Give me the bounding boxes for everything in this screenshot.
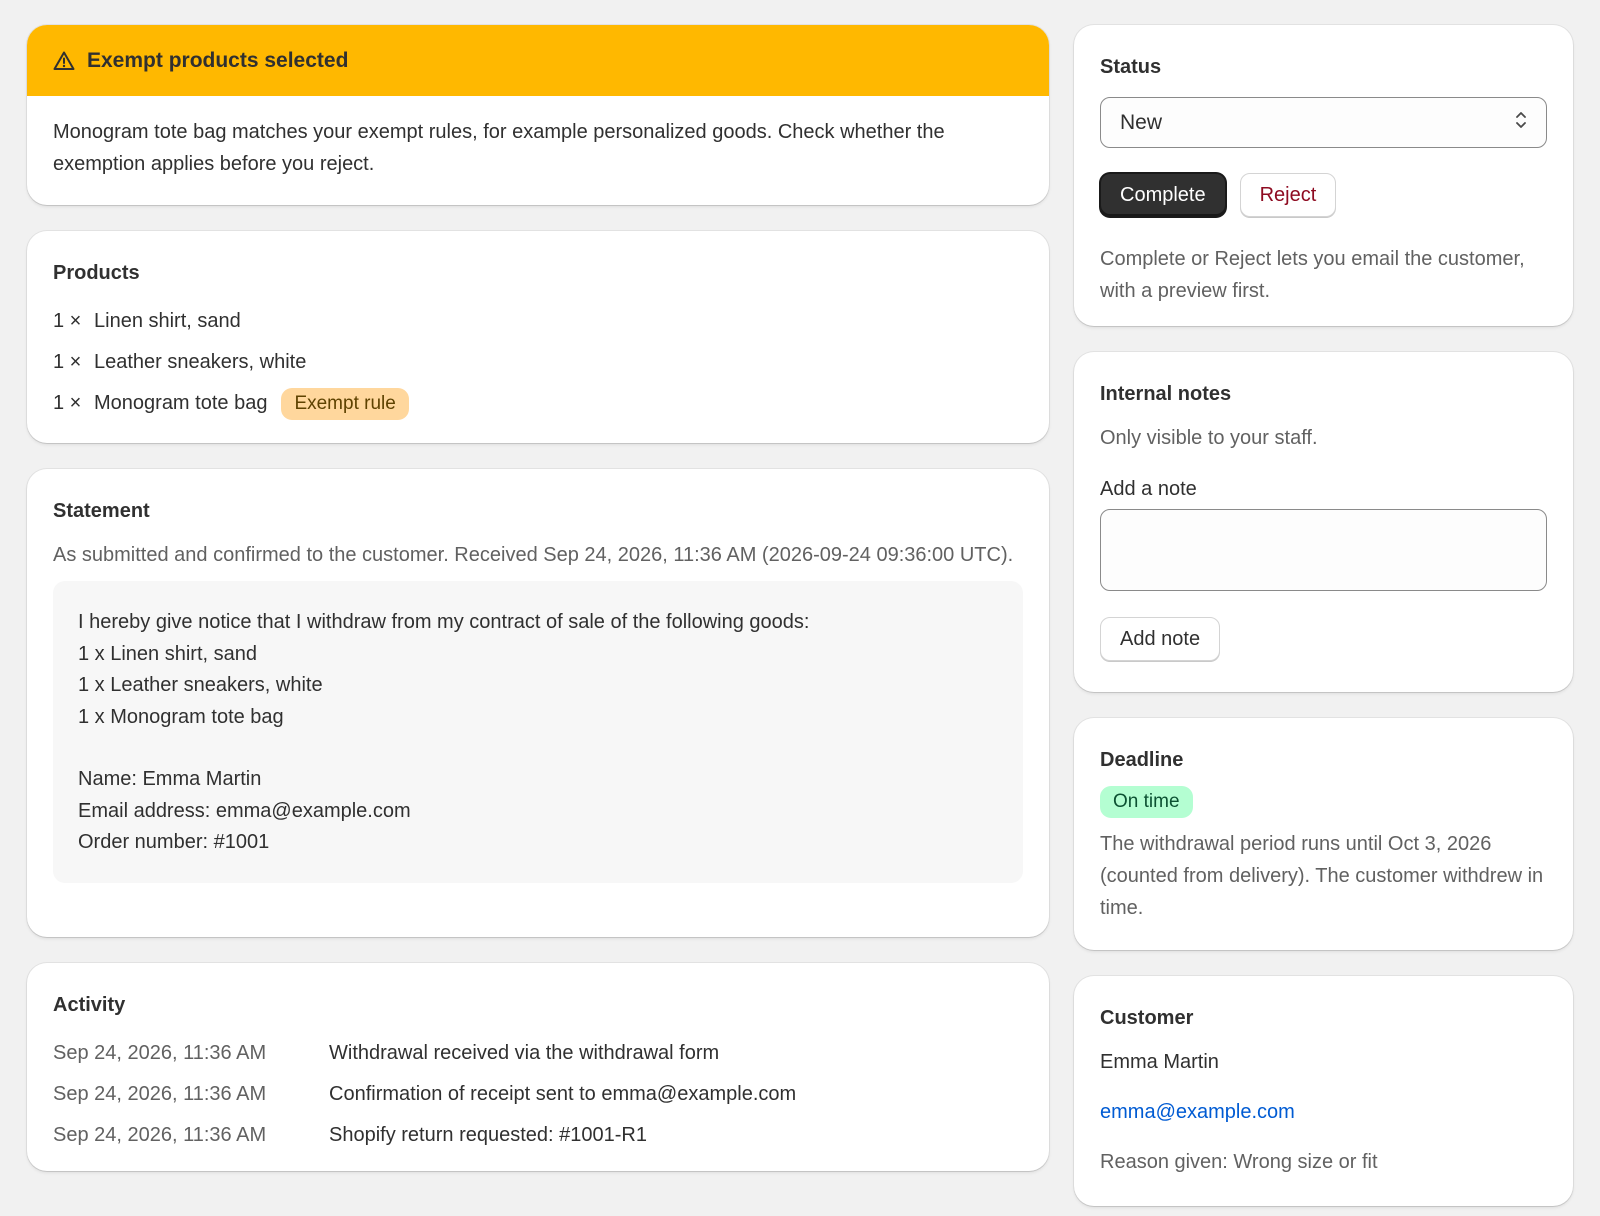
statement-detail: Order number: #1001 [78,831,270,853]
statement-line: 1 x Linen shirt, sand [78,642,257,665]
activity-event: Withdrawal received via the withdrawal f… [329,1042,720,1064]
activity-card: Activity Sep 24, 2026, 11:36 AM Withdraw… [27,963,1049,1171]
statement-line: 1 x Monogram tote bag [78,705,284,728]
banner-header: Exempt products selected [27,25,1049,96]
statement-title: Statement [53,500,150,522]
complete-button[interactable]: Complete [1100,173,1226,217]
product-qty: 1 × [53,351,82,373]
activity-time: Sep 24, 2026, 11:36 AM [53,1083,267,1105]
status-card: Status New Complete Reject Complete or R… [1074,25,1573,326]
activity-time: Sep 24, 2026, 11:36 AM [53,1042,267,1064]
product-qty: 1 × [53,310,82,332]
statement-line: 1 x Leather sneakers, white [78,674,323,696]
activity-event: Shopify return requested: #1001-R1 [329,1124,647,1146]
activity-row: Sep 24, 2026, 11:36 AM Shopify return re… [53,1115,1023,1156]
activity-row: Sep 24, 2026, 11:36 AM Withdrawal receiv… [53,1033,1023,1074]
chevron-up-down-icon [1514,109,1528,137]
status-select-value: New [1120,110,1163,134]
activity-time: Sep 24, 2026, 11:36 AM [53,1124,267,1146]
main-column: Exempt products selected Monogram tote b… [27,25,1049,1197]
products-list: 1 × Linen shirt, sand 1 × Leather sneake… [53,301,1023,424]
status-help-text: Complete or Reject lets you email the cu… [1100,248,1525,302]
statement-spacer [78,733,998,764]
products-card: Products 1 × Linen shirt, sand 1 × Leath… [27,231,1049,443]
exempt-banner: Exempt products selected Monogram tote b… [27,25,1049,205]
internal-notes-card: Internal notes Only visible to your staf… [1074,352,1573,692]
deadline-text: The withdrawal period runs until Oct 3, … [1100,833,1544,919]
statement-card: Statement As submitted and confirmed to … [27,469,1049,937]
customer-card: Customer Emma Martin emma@example.com Re… [1074,976,1573,1206]
statement-detail: Email address: emma@example.com [78,799,411,822]
status-title: Status [1100,56,1162,78]
statement-line: I hereby give notice that I withdraw fro… [78,611,810,633]
list-item: 1 × Linen shirt, sand [53,301,1023,342]
statement-intro: As submitted and confirmed to the custom… [53,544,1014,566]
activity-row: Sep 24, 2026, 11:36 AM Confirmation of r… [53,1074,1023,1115]
sidebar-column: Status New Complete Reject Complete or R… [1074,25,1573,1216]
exempt-rule-badge: Exempt rule [281,387,409,420]
notes-subtitle: Only visible to your staff. [1100,427,1318,449]
products-title: Products [53,262,140,284]
customer-email-link[interactable]: emma@example.com [1100,1096,1547,1128]
status-select[interactable]: New [1100,97,1547,148]
reject-button[interactable]: Reject [1239,173,1337,217]
activity-event: Confirmation of receipt sent to emma@exa… [329,1083,797,1105]
list-item: 1 × Monogram tote bag Exempt rule [53,383,1023,424]
product-name: Linen shirt, sand [94,310,241,332]
deadline-card: Deadline On time The withdrawal period r… [1074,718,1573,950]
product-qty: 1 × [53,392,82,414]
product-name: Leather sneakers, white [94,351,307,373]
notes-title: Internal notes [1100,383,1232,405]
activity-title: Activity [53,994,126,1016]
customer-name: Emma Martin [1100,1051,1219,1073]
activity-list: Sep 24, 2026, 11:36 AM Withdrawal receiv… [53,1033,1023,1156]
status-actions: Complete Reject [1100,173,1547,217]
withdrawal-detail-page: Exempt products selected Monogram tote b… [0,0,1600,1216]
deadline-title: Deadline [1100,749,1184,771]
product-name: Monogram tote bag [94,392,268,414]
customer-reason: Reason given: Wrong size or fit [1100,1151,1378,1173]
statement-text-box: I hereby give notice that I withdraw fro… [53,581,1023,883]
list-item: 1 × Leather sneakers, white [53,342,1023,383]
banner-message: Monogram tote bag matches your exempt ru… [53,121,945,175]
add-note-button[interactable]: Add note [1100,617,1221,661]
note-textarea[interactable] [1100,509,1547,591]
customer-title: Customer [1100,1007,1194,1029]
statement-detail: Name: Emma Martin [78,768,262,790]
note-field-label: Add a note [1100,478,1197,500]
on-time-badge: On time [1100,786,1193,818]
banner-title: Exempt products selected [87,48,349,72]
warning-triangle-icon [53,50,75,72]
